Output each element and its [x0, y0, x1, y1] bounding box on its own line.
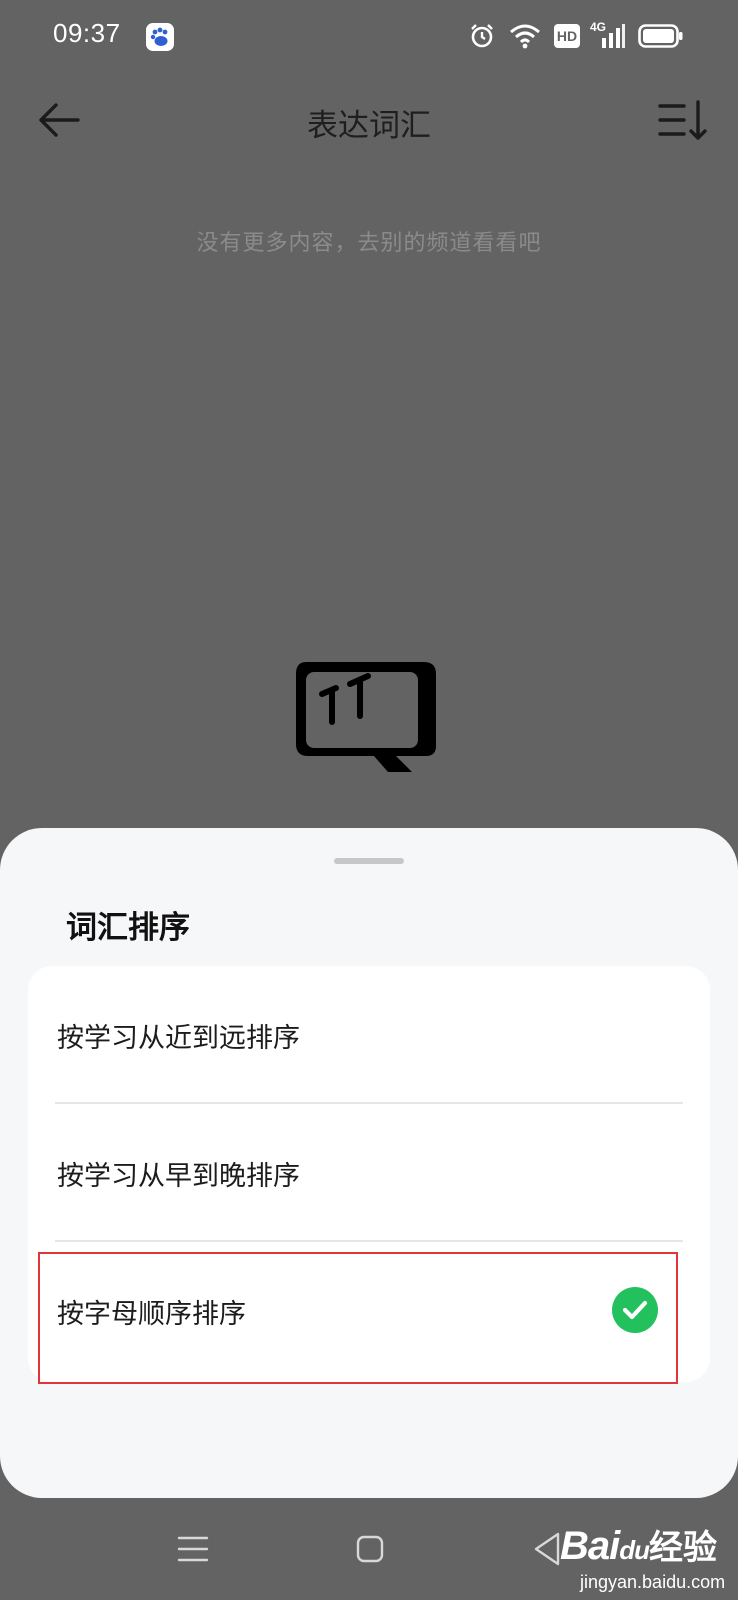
back-triangle-icon[interactable]: [530, 1530, 564, 1568]
status-time: 09:37: [53, 18, 121, 48]
battery-icon: [638, 24, 683, 48]
home-icon[interactable]: [353, 1532, 387, 1566]
watermark-logo-suffix: du: [619, 1535, 650, 1565]
system-nav-bar: Baidu经验 jingyan.baidu.com: [0, 1498, 738, 1600]
sort-bottom-sheet: 词汇排序 按学习从近到远排序 按学习从早到晚排序 按字母顺序排序: [0, 828, 738, 1498]
page-title: 表达词汇: [307, 108, 431, 144]
option-label: 按学习从近到远排序: [57, 1023, 300, 1054]
sheet-title: 词汇排序: [66, 910, 190, 946]
baidu-jingyan-watermark: Baidu经验 jingyan.baidu.com: [560, 1520, 725, 1592]
status-bar: 09:37 HD 4G: [0, 0, 738, 76]
menu-icon[interactable]: [176, 1532, 210, 1566]
hd-icon: HD: [554, 24, 580, 48]
watermark-url: jingyan.baidu.com: [580, 1572, 726, 1592]
alarm-icon: [471, 24, 493, 48]
drag-handle[interactable]: [334, 858, 404, 864]
empty-face-icon: [292, 656, 444, 778]
signal-4g-icon: 4G: [590, 20, 626, 50]
empty-state-message: 没有更多内容，去别的频道看看吧: [196, 231, 542, 256]
baidu-app-icon: [146, 23, 174, 51]
watermark-logo: Bai: [560, 1524, 620, 1568]
option-label: 按学习从早到晚排序: [57, 1161, 300, 1192]
watermark-product: 经验: [649, 1529, 718, 1567]
sort-option-recent-first[interactable]: 按学习从近到远排序: [28, 966, 710, 1102]
wifi-icon: [510, 24, 540, 49]
sort-button[interactable]: [654, 92, 710, 148]
sort-option-earliest-first[interactable]: 按学习从早到晚排序: [28, 1104, 710, 1240]
sort-icon: [658, 100, 707, 140]
app-bar: 表达词汇: [0, 76, 738, 164]
selection-highlight: [38, 1252, 678, 1384]
